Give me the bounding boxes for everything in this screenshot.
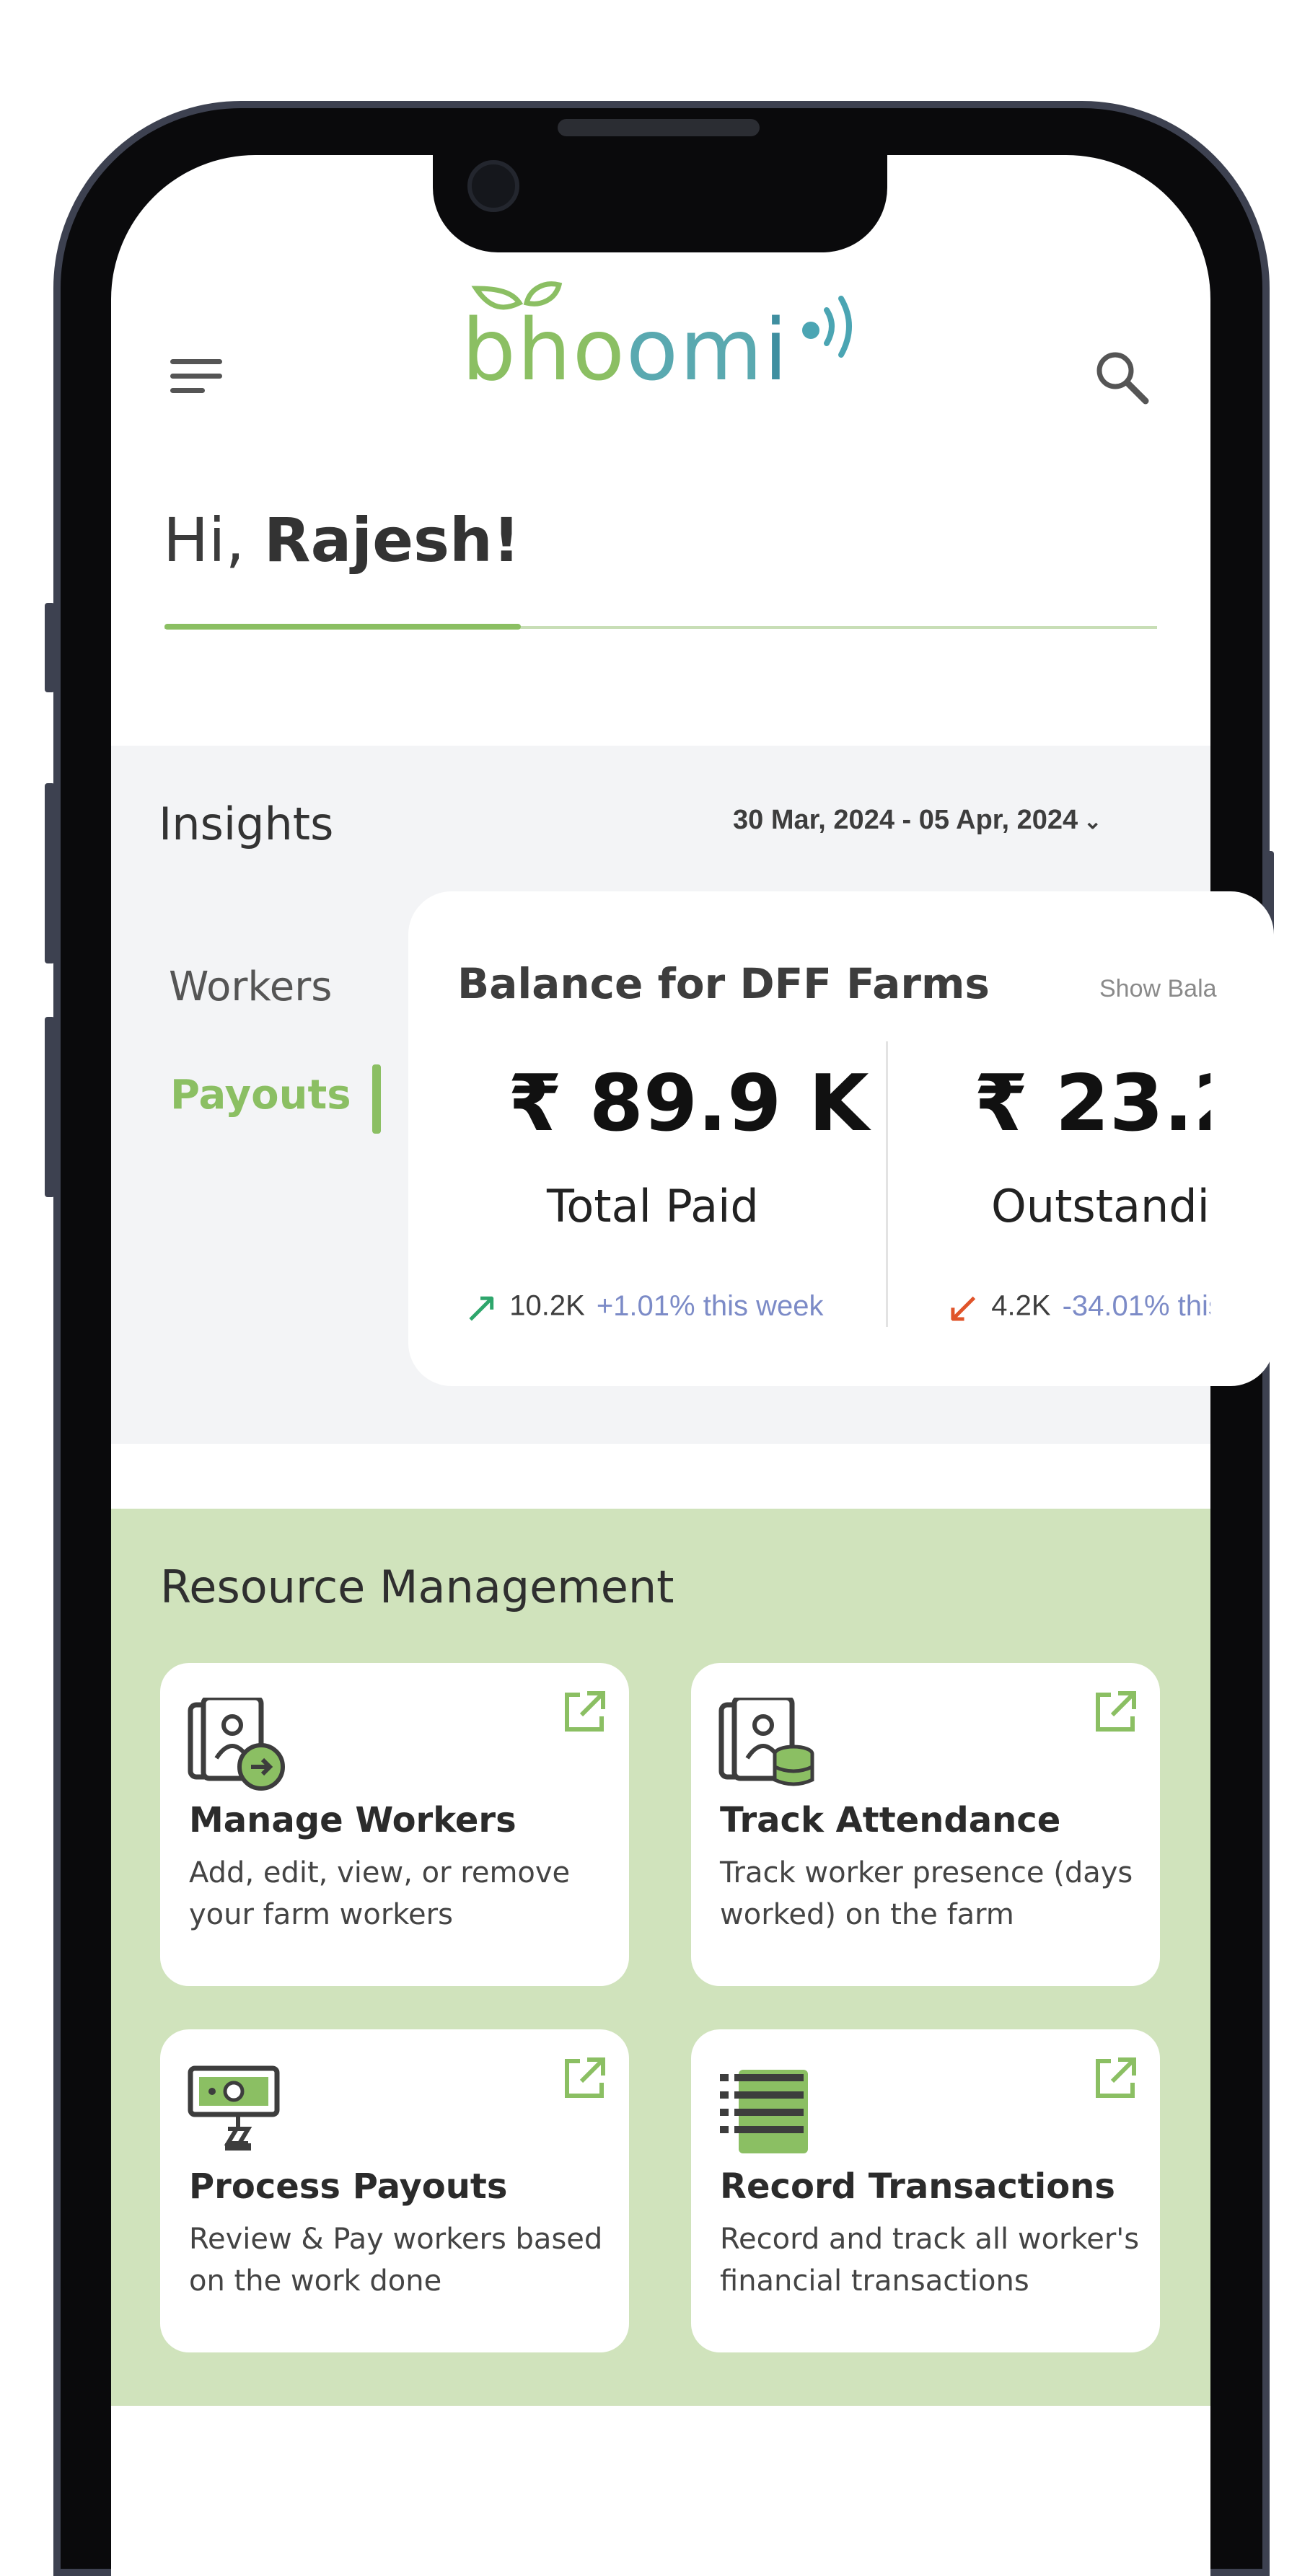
record-transactions-icon: [718, 2064, 819, 2158]
card-description: Add, edit, view, or remove your farm wor…: [189, 1856, 571, 1931]
tab-payouts[interactable]: Payouts: [170, 1072, 351, 1119]
tab-workers[interactable]: Workers: [169, 963, 332, 1010]
date-range-selector[interactable]: 30 Mar, 2024 - 05 Apr, 2024 ⌄: [733, 805, 1102, 836]
card-title: Process Payouts: [189, 2166, 508, 2207]
process-payouts-icon: [188, 2064, 289, 2158]
external-link-icon[interactable]: [561, 2055, 607, 2101]
trend-percent: -34.01% this week: [1062, 1289, 1210, 1322]
active-tab-indicator: [372, 1064, 381, 1134]
card-description: Record and track all worker's financial …: [720, 2223, 1140, 2298]
logo-text: bhoomi: [462, 300, 789, 400]
insights-title: Insights: [159, 798, 334, 850]
bhoomi-logo: bhoomi: [462, 281, 880, 418]
card-title: Track Attendance: [720, 1800, 1061, 1840]
manage-workers-icon: [188, 1695, 289, 1791]
volume-down-button: [45, 1017, 55, 1197]
date-range-text: 30 Mar, 2024 - 05 Apr, 2024: [733, 805, 1078, 835]
trend-value: 4.2K: [991, 1289, 1051, 1322]
trend-percent: +1.01% this week: [596, 1289, 824, 1322]
chevron-down-icon: ⌄: [1083, 810, 1102, 834]
card-description: Review & Pay workers based on the work d…: [189, 2223, 603, 2298]
card-description: Track worker presence (days worked) on t…: [720, 1856, 1133, 1931]
external-link-icon[interactable]: [1092, 1689, 1138, 1735]
front-camera: [467, 160, 519, 212]
show-balance-link[interactable]: Show Bala: [1099, 975, 1217, 1003]
user-name: Rajesh!: [263, 505, 521, 575]
record-transactions-card[interactable]: Record Transactions Record and track all…: [691, 2029, 1160, 2352]
total-paid-trend: ↗ 10.2K +1.01% this week: [463, 1282, 823, 1333]
outstanding-amount: ₹ 23.2 K: [974, 1059, 1210, 1149]
resource-management-title: Resource Management: [160, 1561, 674, 1613]
external-link-icon[interactable]: [561, 1689, 607, 1735]
balance-divider: [886, 1041, 888, 1327]
track-attendance-card[interactable]: Track Attendance Track worker presence (…: [691, 1663, 1160, 1986]
phone-speaker: [558, 119, 760, 136]
trend-down-arrow-icon: ↙: [945, 1283, 982, 1331]
hamburger-menu-icon[interactable]: [170, 359, 222, 395]
outstanding-trend: ↙ 4.2K -34.01% this week: [945, 1282, 1210, 1333]
balance-title: Balance for DFF Farms: [457, 959, 990, 1008]
trend-value: 10.2K: [509, 1289, 585, 1322]
mute-switch: [45, 603, 55, 692]
trend-up-arrow-icon: ↗: [463, 1283, 500, 1331]
total-paid-amount: ₹ 89.9 K: [508, 1059, 869, 1149]
process-payouts-card[interactable]: Process Payouts Review & Pay workers bas…: [160, 2029, 629, 2352]
external-link-icon[interactable]: [1092, 2055, 1138, 2101]
greeting-prefix: Hi,: [163, 505, 264, 575]
card-title: Record Transactions: [720, 2166, 1115, 2207]
volume-up-button: [45, 783, 55, 963]
search-icon[interactable]: [1094, 349, 1150, 405]
manage-workers-card[interactable]: Manage Workers Add, edit, view, or remov…: [160, 1663, 629, 1986]
total-paid-label: Total Paid: [547, 1180, 759, 1232]
outstanding-label: Outstanding: [991, 1180, 1210, 1232]
greeting-text: Hi, Rajesh!: [163, 505, 520, 575]
card-title: Manage Workers: [189, 1800, 516, 1840]
greeting-underline-active: [164, 624, 521, 630]
track-attendance-icon: [718, 1695, 819, 1791]
